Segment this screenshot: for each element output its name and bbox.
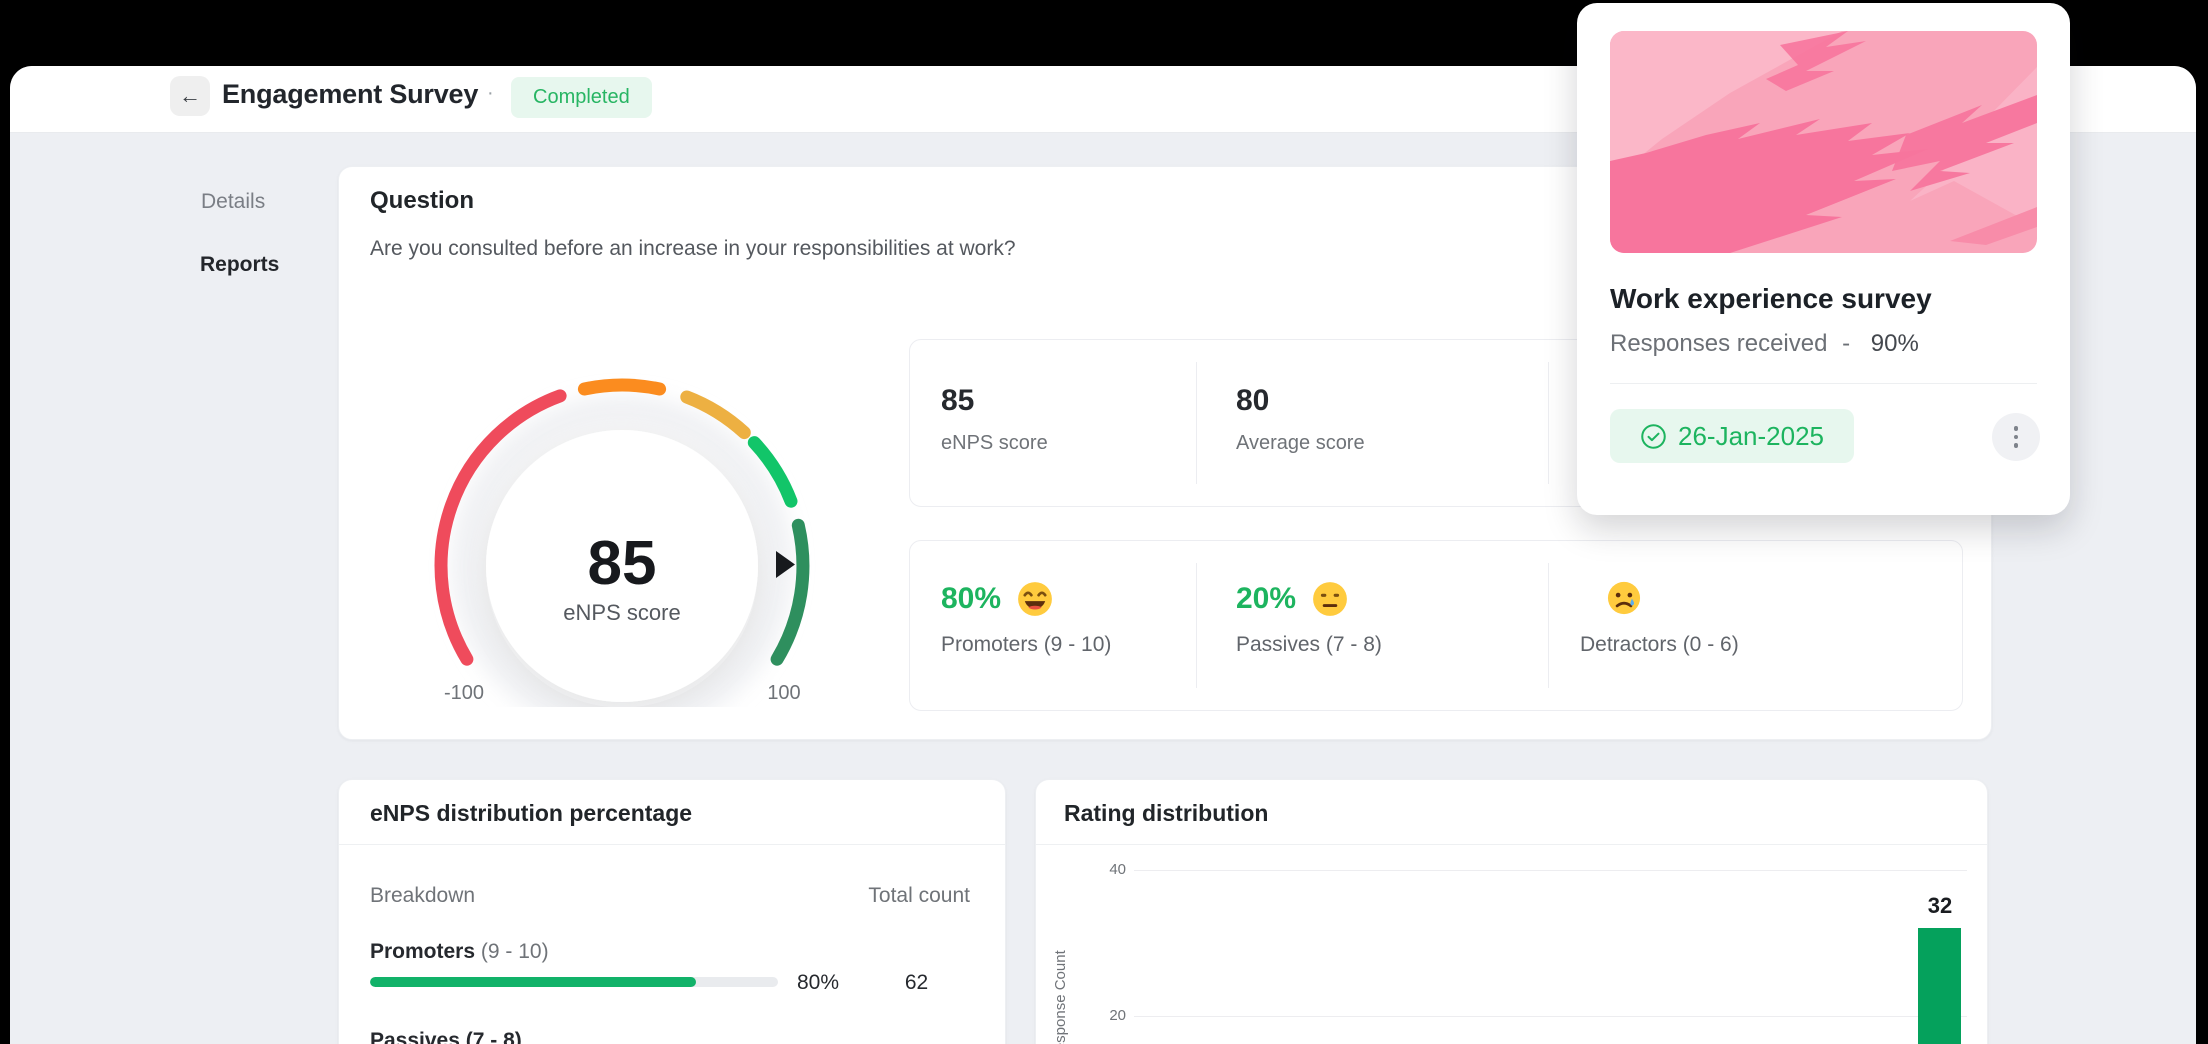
more-options-button[interactable] (1992, 413, 2040, 461)
nps-groups-card: 80% Promoters (9 - 10) 20% Passives (7 -… (909, 540, 1963, 711)
survey-title: Work experience survey (1610, 283, 1932, 314)
neutral-emoji (1313, 582, 1347, 616)
question-heading: Question (370, 187, 475, 214)
divider (1548, 563, 1549, 688)
cry-emoji (1607, 581, 1641, 615)
divider (1196, 563, 1197, 688)
enps-score-label: eNPS score (941, 432, 1048, 454)
back-button[interactable]: ← (170, 76, 210, 116)
gridline-20 (1134, 1016, 1967, 1017)
kebab-dot (2013, 426, 2019, 431)
detractors-label: Detractors (0 - 6) (1580, 633, 1739, 656)
gauge-min-label: -100 (444, 682, 484, 704)
y-tick-20: 20 (1109, 1007, 1126, 1024)
promoters-stat: 80% (941, 579, 1055, 619)
gauge-segment-orange (577, 378, 667, 396)
sidebar-item-details[interactable]: Details (201, 190, 265, 214)
rating-distribution-card: Rating distribution 40 20 Response Count… (1035, 779, 1988, 1044)
detractors-stat (1605, 579, 1643, 617)
total-count-column-header: Total count (868, 884, 970, 907)
responses-separator: - (1842, 330, 1851, 357)
promoters-progress-percent: 80% (797, 971, 840, 994)
kebab-dot (2013, 434, 2019, 440)
rating-bar-value: 32 (1927, 893, 1953, 919)
y-tick-40: 40 (1109, 861, 1126, 878)
average-score-value: 80 (1236, 384, 1270, 417)
rating-distribution-title: Rating distribution (1064, 800, 1269, 826)
passives-percent: 20% (1236, 582, 1297, 615)
divider (339, 844, 1005, 845)
survey-responses: Responses received - 90% (1610, 330, 1919, 358)
survey-date-pill[interactable]: 26-Jan-2025 (1610, 409, 1854, 463)
title-separator: · (487, 82, 494, 104)
passives-label: Passives (7 - 8) (1236, 633, 1382, 656)
check-circle-icon (1641, 423, 1666, 449)
gridline-40 (1134, 870, 1967, 871)
progress-fill (370, 977, 697, 987)
promoters-row-range: (9 - 10) (480, 940, 549, 963)
passives-row-label: Passives (7 - 8) (370, 1029, 522, 1044)
enps-distribution-card: eNPS distribution percentage Breakdown T… (338, 779, 1006, 1044)
sidebar-item-reports[interactable]: Reports (200, 253, 279, 277)
promoters-row-label: Promoters (9 - 10) (370, 940, 549, 963)
passives-stat: 20% (1236, 579, 1350, 619)
gauge-value: 85 (588, 529, 657, 598)
enps-score-value: 85 (941, 384, 975, 417)
enps-distribution-title: eNPS distribution percentage (370, 800, 693, 826)
survey-date: 26-Jan-2025 (1678, 420, 1824, 451)
gauge-label: eNPS score (563, 600, 680, 625)
breakdown-column-header: Breakdown (370, 884, 476, 907)
passives-row-range: (7 - 8) (465, 1029, 522, 1044)
responses-percent: 90% (1870, 330, 1919, 357)
grin-emoji (1018, 582, 1052, 616)
promoters-total-count: 62 (904, 971, 929, 994)
responses-label: Responses received (1610, 330, 1828, 357)
rating-bar (1918, 928, 1961, 1044)
survey-preview-card[interactable]: Work experience survey Responses receive… (1577, 3, 2070, 515)
screen: ← Engagement Survey · Completed Details … (0, 0, 2208, 1044)
promoters-percent: 80% (941, 582, 1002, 615)
y-axis-label: Response Count (1052, 950, 1069, 1044)
average-score-label: Average score (1236, 432, 1365, 454)
divider (1036, 844, 1987, 845)
kebab-dot (2013, 443, 2019, 448)
divider (1196, 362, 1197, 484)
page-title: Engagement Survey (222, 79, 479, 109)
question-text: Are you consulted before an increase in … (370, 237, 1016, 260)
promoters-label: Promoters (9 - 10) (941, 633, 1112, 656)
divider (1610, 383, 2037, 384)
divider (1548, 362, 1549, 484)
gauge-max-label: 100 (767, 682, 800, 704)
promoters-progress-track (370, 977, 778, 987)
enps-gauge: 85 eNPS score -100 100 (434, 378, 810, 707)
back-arrow-icon: ← (179, 83, 201, 108)
survey-cover-art (1610, 31, 2037, 253)
status-badge: Completed (511, 77, 652, 118)
